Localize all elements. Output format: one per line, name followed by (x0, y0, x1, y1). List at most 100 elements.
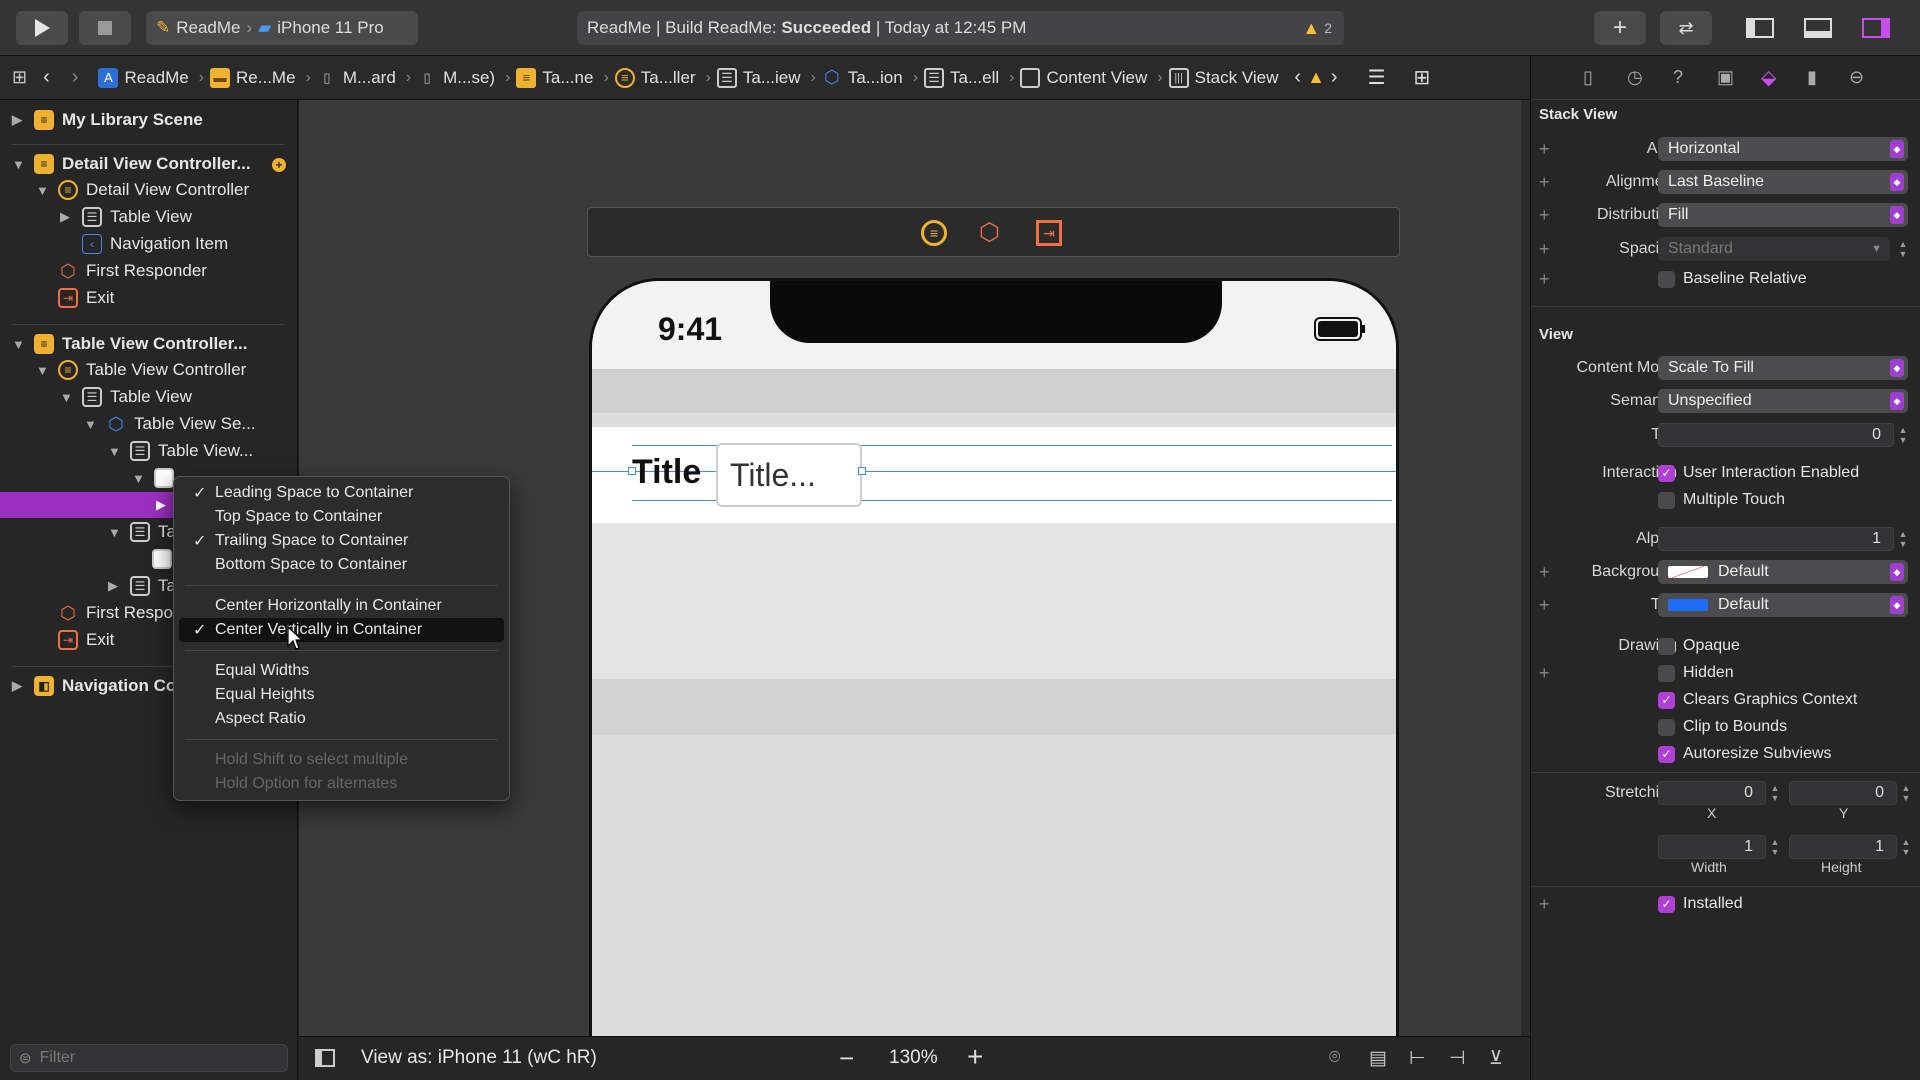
add-variation-icon[interactable]: + (1539, 139, 1550, 160)
multiple-touch-checkbox[interactable] (1658, 491, 1675, 509)
tag-stepper[interactable]: ▲ ▼ (1897, 423, 1909, 447)
title-text-field[interactable]: Title... (716, 443, 862, 507)
stretch-height-stepper[interactable]: ▲ ▼ (1900, 835, 1912, 859)
stretch-width-field[interactable]: 1 (1658, 835, 1766, 859)
stretch-y-stepper[interactable]: ▲ ▼ (1900, 781, 1912, 805)
outline-item[interactable]: ▼ ≡ Table View Controller (36, 357, 246, 383)
zoom-in-button[interactable]: + (967, 1041, 983, 1073)
resolve-issues-icon[interactable]: ⊻ (1489, 1047, 1503, 1070)
view-as-button[interactable]: View as: iPhone 11 (wC hR) (361, 1047, 597, 1069)
add-variation-icon[interactable]: + (1539, 663, 1550, 684)
add-variation-icon[interactable]: + (1539, 269, 1550, 290)
outline-item[interactable]: ‹ Navigation Item (60, 231, 228, 257)
warning-icon[interactable]: ▲ (1307, 67, 1325, 88)
add-variation-icon[interactable]: + (1539, 172, 1550, 193)
crumb-folder[interactable]: ▬ Re...Me (210, 67, 296, 88)
attributes-inspector-icon[interactable]: ⬙ (1761, 65, 1776, 90)
toggle-inspector-button[interactable] (1846, 11, 1906, 45)
crumb-storyboard-base[interactable]: ▯ M...se) (417, 68, 496, 88)
crumb-project[interactable]: A ReadMe (98, 67, 189, 88)
outline-item[interactable]: ▼ ☰ Ta (108, 519, 176, 545)
menu-item-equal-heights[interactable]: Equal Heights (179, 683, 504, 707)
crumb-storyboard[interactable]: ▯ M...ard (317, 68, 395, 88)
stretch-x-field[interactable]: 0 (1658, 781, 1766, 805)
connections-inspector-icon[interactable]: ⊖ (1849, 67, 1864, 88)
history-inspector-icon[interactable]: ◷ (1627, 67, 1643, 88)
crumb-table-view[interactable]: ☰ Ta...iew (716, 67, 801, 88)
clears-graphics-checkbox[interactable]: ✓ (1658, 691, 1675, 709)
code-review-button[interactable]: ⇄ (1660, 11, 1712, 45)
outline-item[interactable]: ▼ ≡ Table View Controller... (12, 331, 247, 357)
spacing-combo[interactable]: Standard ▼ (1658, 237, 1890, 261)
menu-item-top-space[interactable]: Top Space to Container (179, 505, 504, 529)
crumb-controller[interactable]: ≡ Ta...ller (614, 67, 696, 88)
outline-item[interactable]: ⬡ First Responder (36, 258, 207, 284)
crumb-scene[interactable]: ≡ Ta...ne (516, 67, 593, 88)
outline-item[interactable] (152, 546, 172, 572)
add-variation-icon[interactable]: + (1539, 205, 1550, 226)
content-mode-popup[interactable]: Scale To Fill ◆ (1658, 356, 1908, 380)
tint-color-popup[interactable]: Default ◆ (1658, 593, 1908, 617)
back-button[interactable]: ‹ (43, 66, 50, 89)
run-button[interactable] (16, 11, 68, 45)
help-inspector-icon[interactable]: ? (1673, 67, 1683, 88)
menu-item-equal-widths[interactable]: Equal Widths (179, 659, 504, 683)
outline-item[interactable]: ⬡ First Respo (36, 600, 173, 626)
menu-item-aspect-ratio[interactable]: Aspect Ratio (179, 707, 504, 731)
add-variation-icon[interactable]: + (1539, 595, 1550, 616)
add-editor-icon[interactable]: ⊞ (1414, 65, 1431, 90)
semantic-popup[interactable]: Unspecified ◆ (1658, 389, 1908, 413)
background-color-popup[interactable]: Default ◆ (1658, 560, 1908, 584)
crumb-stack-view[interactable]: ||| Stack View (1168, 67, 1278, 88)
next-issue-button[interactable]: › (1331, 66, 1338, 89)
outline-item[interactable]: ▼ ≡ Detail View Controller (36, 177, 249, 203)
menu-item-center-vertically[interactable]: ✓ Center Vertically in Container (179, 618, 504, 642)
add-variation-icon[interactable]: + (1539, 239, 1550, 260)
axis-popup[interactable]: Horizontal ◆ (1658, 137, 1908, 161)
table-cell[interactable]: Title Title... (592, 427, 1396, 523)
outline-item[interactable]: ⇥ Exit (36, 285, 114, 311)
crumb-cell[interactable]: ☰ Ta...ell (924, 67, 999, 88)
title-label[interactable]: Title (632, 453, 701, 492)
crumb-section[interactable]: ⬡ Ta...ion (822, 67, 903, 88)
scheme-selector[interactable]: ✎ ReadMe › ▰ iPhone 11 Pro (146, 11, 418, 45)
menu-item-center-horizontally[interactable]: Center Horizontally in Container (179, 594, 504, 618)
opaque-checkbox[interactable] (1658, 637, 1675, 655)
stretch-height-field[interactable]: 1 (1789, 835, 1897, 859)
stretch-width-stepper[interactable]: ▲ ▼ (1769, 835, 1781, 859)
alpha-stepper[interactable]: ▲ ▼ (1897, 527, 1909, 551)
alignment-popup[interactable]: Last Baseline ◆ (1658, 170, 1908, 194)
update-frames-icon[interactable]: ⌾ (1329, 1047, 1340, 1069)
toggle-outline-icon[interactable] (315, 1049, 335, 1067)
exit-icon[interactable]: ⇥ (1036, 220, 1062, 246)
zoom-out-button[interactable]: − (839, 1043, 854, 1074)
toggle-navigator-button[interactable] (1730, 11, 1790, 45)
library-button[interactable]: + (1594, 11, 1646, 45)
add-variation-icon[interactable]: + (1539, 562, 1550, 583)
forward-button[interactable]: › (72, 66, 79, 89)
outline-item[interactable]: ⇥ Exit (36, 627, 114, 653)
filter-field[interactable]: ⊜ Filter (10, 1044, 288, 1072)
outline-item[interactable]: ▶ ≡ My Library Scene (12, 107, 203, 133)
autoresize-checkbox[interactable]: ✓ (1658, 745, 1675, 763)
stretch-y-field[interactable]: 0 (1789, 781, 1897, 805)
clip-to-bounds-checkbox[interactable] (1658, 718, 1675, 736)
outline-item[interactable]: ▼ (132, 465, 174, 491)
align-icon[interactable]: ⊢ (1409, 1047, 1426, 1070)
add-variation-icon[interactable]: + (1539, 894, 1550, 915)
stack-icon[interactable]: ▤ (1369, 1047, 1387, 1070)
outline-item[interactable]: ▶ ◧ Navigation Co (12, 673, 176, 699)
stretch-x-stepper[interactable]: ▲ ▼ (1769, 781, 1781, 805)
outline-item[interactable]: ▼ ≡ Detail View Controller... (12, 151, 251, 177)
resize-handle[interactable] (858, 467, 866, 475)
outline-item[interactable]: ▼ ☰ Table View (60, 384, 192, 410)
first-responder-icon[interactable]: ⬡ (979, 218, 1000, 247)
spacing-stepper[interactable]: ▲ ▼ (1897, 237, 1909, 261)
identity-inspector-icon[interactable]: ▣ (1717, 67, 1734, 88)
baseline-relative-checkbox[interactable] (1658, 270, 1675, 288)
crumb-content-view[interactable]: Content View (1020, 67, 1147, 88)
previous-issue-button[interactable]: ‹ (1294, 66, 1301, 89)
outline-item[interactable]: ▶ ☰ Ta (108, 573, 176, 599)
outline-item[interactable]: ▼ ☰ Table View... (108, 438, 253, 464)
distribution-popup[interactable]: Fill ◆ (1658, 203, 1908, 227)
